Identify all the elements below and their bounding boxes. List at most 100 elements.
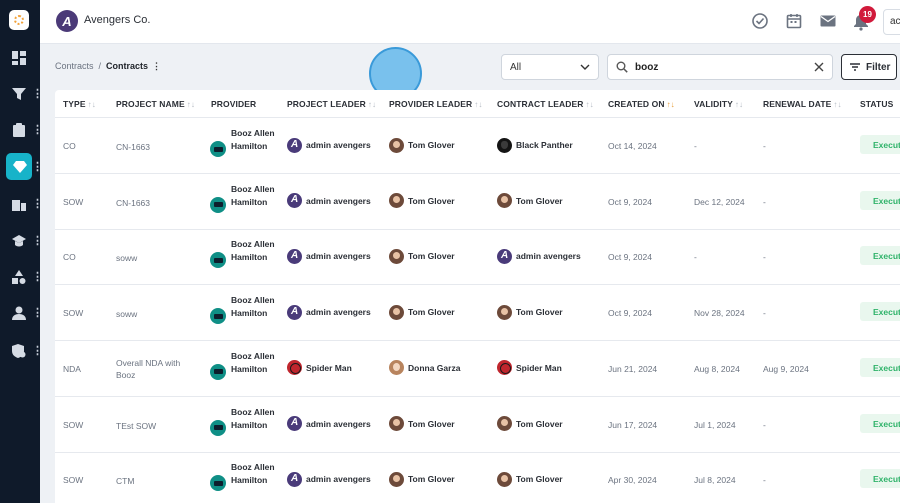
contract-leader-cell[interactable]: Spider Man [497,360,562,376]
provider-leader-cell[interactable]: Tom Glover [389,304,455,320]
dashboard-icon [12,51,26,65]
sidebar: ⋮ ⋮ ⋮ ⋮ ⋮ ⋮ ⋮ ⋮ [0,0,43,503]
person-name: admin avengers [306,307,371,318]
project-name-cell[interactable]: Overall NDA with Booz [116,357,196,381]
person-name: Tom Glover [408,195,455,206]
close-icon[interactable] [813,61,825,73]
project-name-cell[interactable]: CN-1663 [116,141,196,153]
project-name-cell[interactable]: CTM [116,475,196,487]
person-name: admin avengers [306,195,371,206]
breadcrumb-root[interactable]: Contracts [55,61,94,71]
person-name: Tom Glover [516,418,563,429]
mail-icon[interactable] [819,12,837,30]
table-row[interactable]: SOW soww Booz Allen Hamilton admin avengers… [55,285,900,342]
building-icon [12,200,26,211]
project-name-cell[interactable]: soww [116,252,196,264]
more-icon[interactable]: ⋮ [32,197,43,211]
column-header[interactable]: PROVIDER [211,99,256,109]
contract-leader-cell[interactable]: Tom Glover [497,304,563,320]
project-leader-cell[interactable]: admin avengers [287,471,371,487]
provider-logo [210,252,226,269]
contract-leader-cell[interactable]: Tom Glover [497,471,563,487]
sidebar-item-resources[interactable]: ⋮ [0,262,43,292]
provider-leader-cell[interactable]: Tom Glover [389,193,455,209]
table-row[interactable]: SOW CN-1663 Booz Allen Hamilton admin aveng… [55,174,900,230]
person-name: Spider Man [306,362,352,373]
project-leader-cell[interactable]: admin avengers [287,137,371,153]
column-header[interactable]: PROVIDER LEADER ↑↓ [389,99,482,109]
created-on-cell: Jun 17, 2024 [608,419,658,430]
column-header[interactable]: VALIDITY ↑↓ [694,99,743,109]
table-row[interactable]: SOW TEst SOW Booz Allen Hamilton admin aven… [55,397,900,453]
project-name-cell[interactable]: soww [116,308,196,320]
column-header[interactable]: PROJECT NAME ↑↓ [116,99,195,109]
contract-leader-cell[interactable]: Tom Glover [497,416,563,432]
graduation-cap-icon [12,235,26,247]
person-name: Tom Glover [408,251,455,262]
more-icon[interactable]: ⋮ [32,160,43,174]
project-leader-cell[interactable]: admin avengers [287,248,371,264]
more-icon[interactable]: ⋮ [32,344,43,358]
more-icon[interactable]: ⋮ [32,87,43,101]
calendar-icon[interactable] [785,12,803,30]
sidebar-item-admin[interactable]: ⋮ [0,336,43,366]
diamond-icon [13,161,27,173]
project-leader-cell[interactable]: admin avengers [287,193,371,209]
contract-leader-cell[interactable]: admin avengers [497,248,581,264]
provider-leader-cell[interactable]: Tom Glover [389,471,455,487]
project-leader-cell[interactable]: admin avengers [287,416,371,432]
more-icon[interactable]: ⋮ [152,61,161,71]
provider-leader-cell[interactable]: Donna Garza [389,360,460,376]
type-select-value: All [510,62,522,73]
status-badge: Executed [860,246,900,266]
column-header[interactable]: CREATED ON ↑↓ [608,99,675,109]
avatar [497,193,512,209]
sidebar-item-companies[interactable]: ⋮ [0,189,43,219]
contract-leader-cell[interactable]: Tom Glover [497,193,563,209]
provider-leader-cell[interactable]: Tom Glover [389,137,455,153]
search-input[interactable] [635,59,805,76]
column-header[interactable]: PROJECT LEADER ↑↓ [287,99,376,109]
table-row[interactable]: NDA Overall NDA with Booz Booz Allen Hamil… [55,341,900,397]
provider-leader-cell[interactable]: Tom Glover [389,248,455,264]
column-header[interactable]: STATUS [860,99,893,109]
column-header[interactable]: TYPE ↑↓ [63,99,96,109]
more-icon[interactable]: ⋮ [32,306,43,320]
validity-cell: Aug 8, 2024 [694,363,740,374]
contract-leader-cell[interactable]: Black Panther [497,137,573,153]
sidebar-item-contracts[interactable]: ⋮ [0,152,43,182]
sidebar-item-users[interactable]: ⋮ [0,298,43,328]
table-row[interactable]: CO CN-1663 Booz Allen Hamilton admin avenge… [55,118,900,174]
breadcrumb-separator: / [98,61,102,71]
avatar [497,416,512,431]
project-leader-cell[interactable]: Spider Man [287,360,352,376]
check-circle-icon[interactable] [751,12,769,30]
filter-button[interactable]: Filter [841,54,897,80]
project-name-cell[interactable]: TEst SOW [116,420,196,432]
sidebar-item-leads[interactable]: ⋮ [0,79,43,109]
sidebar-item-dashboard[interactable] [0,43,40,73]
user-menu[interactable]: ac [883,9,900,35]
provider-leader-cell[interactable]: Tom Glover [389,416,455,432]
column-header[interactable]: CONTRACT LEADER ↑↓ [497,99,594,109]
created-on-cell: Apr 30, 2024 [608,475,657,486]
sidebar-item-training[interactable]: ⋮ [0,226,43,256]
more-icon[interactable]: ⋮ [32,234,43,248]
type-select[interactable]: All [501,54,599,80]
brand-logo[interactable]: A [56,10,78,32]
sidebar-item-projects[interactable]: ⋮ [0,115,43,145]
filter-lines-icon [850,63,860,71]
project-name-cell[interactable]: CN-1663 [116,197,196,209]
table-row[interactable]: SOW CTM Booz Allen Hamilton admin avengers T… [55,452,900,503]
more-icon[interactable]: ⋮ [32,123,43,137]
more-icon[interactable]: ⋮ [32,270,43,284]
avatar [287,193,302,209]
app-logo-icon[interactable] [9,10,29,30]
clipboard-icon [13,123,25,137]
provider-name: Booz Allen Hamilton [231,462,275,486]
table-row[interactable]: CO soww Booz Allen Hamilton admin avengers T… [55,229,900,286]
column-header[interactable]: RENEWAL DATE ↑↓ [763,99,842,109]
person-name: admin avengers [306,474,371,485]
project-leader-cell[interactable]: admin avengers [287,304,371,320]
renewal-date-cell: - [763,475,766,486]
